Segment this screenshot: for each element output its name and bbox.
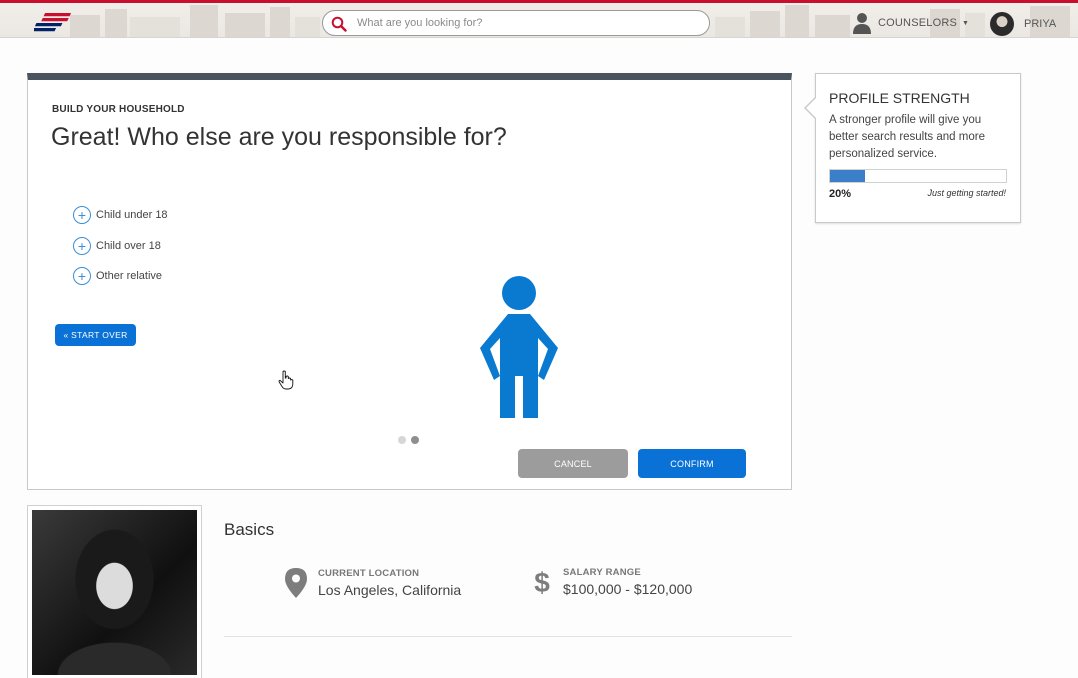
- add-child-over-18[interactable]: + Child over 18: [73, 236, 168, 255]
- current-location-field: CURRENT LOCATION Los Angeles, California: [285, 568, 461, 598]
- household-options-list: + Child under 18 + Child over 18 + Other…: [73, 206, 168, 298]
- carousel-pager: [398, 436, 419, 444]
- pager-dot-1[interactable]: [398, 436, 406, 444]
- section-eyebrow: BUILD YOUR HOUSEHOLD: [52, 104, 185, 115]
- add-child-under-18[interactable]: + Child under 18: [73, 206, 168, 224]
- start-over-button[interactable]: « START OVER: [55, 324, 136, 346]
- avatar: [990, 12, 1014, 36]
- search-input[interactable]: [357, 14, 697, 32]
- svg-text:$: $: [534, 567, 550, 597]
- top-navigation-bar: COUNSELORS ▼ PRIYA: [0, 0, 1078, 38]
- cancel-button[interactable]: CANCEL: [518, 449, 628, 478]
- search-box[interactable]: [322, 10, 710, 36]
- confirm-button[interactable]: CONFIRM: [638, 449, 746, 478]
- profile-strength-title: PROFILE STRENGTH: [829, 90, 970, 106]
- bank-flag-logo[interactable]: [34, 11, 76, 33]
- plus-circle-icon: +: [73, 267, 91, 285]
- salary-label: SALARY RANGE: [563, 567, 641, 578]
- counselors-menu[interactable]: COUNSELORS ▼: [852, 12, 969, 34]
- location-label: CURRENT LOCATION: [318, 568, 420, 579]
- magnifier-icon: [331, 16, 347, 32]
- profile-photo[interactable]: [27, 505, 202, 678]
- user-name: PRIYA: [1024, 18, 1057, 30]
- add-other-relative[interactable]: + Other relative: [73, 267, 168, 285]
- chevron-down-icon: ▼: [962, 19, 969, 27]
- plus-circle-icon: +: [73, 236, 91, 255]
- location-value: Los Angeles, California: [318, 582, 462, 598]
- profile-photo-image: [32, 510, 197, 675]
- counselors-label: COUNSELORS: [878, 17, 958, 29]
- hand-pointer-icon: [278, 370, 294, 390]
- user-menu[interactable]: PRIYA: [990, 12, 1056, 36]
- option-label: Child under 18: [96, 209, 168, 221]
- section-divider: [224, 636, 792, 637]
- salary-value: $100,000 - $120,000: [563, 581, 693, 597]
- basics-heading: Basics: [224, 520, 275, 539]
- pager-dot-2[interactable]: [411, 436, 419, 444]
- plus-circle-icon: +: [73, 206, 91, 224]
- household-card: BUILD YOUR HOUSEHOLD Great! Who else are…: [27, 73, 792, 490]
- profile-strength-description: A stronger profile will give you better …: [829, 114, 985, 160]
- page: COUNSELORS ▼ PRIYA BUILD YOUR HOUSEHOLD …: [0, 0, 1078, 678]
- profile-strength-percent: 20%: [829, 188, 852, 200]
- person-silhouette-icon: [853, 13, 871, 34]
- salary-range-field: $ SALARY RANGE $100,000 - $120,000: [532, 567, 692, 597]
- dollar-sign-icon: $: [534, 567, 550, 597]
- profile-strength-status: Just getting started!: [927, 188, 1006, 198]
- profile-strength-bar: [829, 169, 1007, 183]
- page-title: Great! Who else are you responsible for?: [51, 123, 507, 151]
- option-label: Child over 18: [96, 239, 161, 252]
- map-pin-icon: [285, 568, 307, 598]
- profile-strength-panel: PROFILE STRENGTH A stronger profile will…: [804, 73, 1021, 223]
- option-label: Other relative: [96, 270, 163, 282]
- person-figure-illustration: [480, 276, 558, 418]
- profile-strength-fill: [830, 170, 866, 182]
